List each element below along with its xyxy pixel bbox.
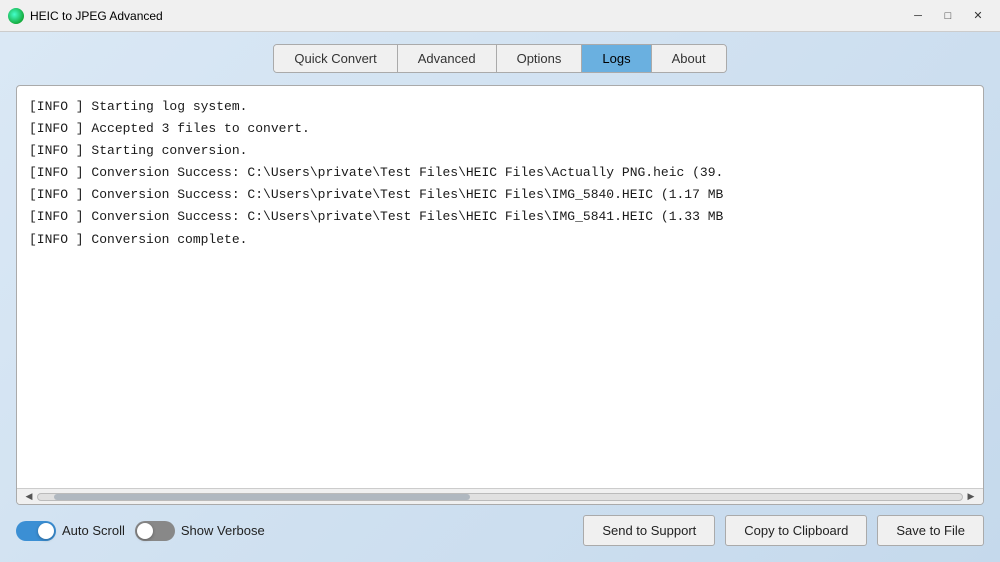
window-controls: ─ □ ✕ xyxy=(904,6,992,26)
scrollbar-thumb[interactable] xyxy=(54,494,470,500)
tab-about[interactable]: About xyxy=(652,45,726,72)
tabs-container: Quick Convert Advanced Options Logs Abou… xyxy=(273,44,726,73)
send-to-support-button[interactable]: Send to Support xyxy=(583,515,715,546)
log-line: [INFO ] Conversion Success: C:\Users\pri… xyxy=(29,206,971,228)
main-content: Quick Convert Advanced Options Logs Abou… xyxy=(0,32,1000,562)
auto-scroll-group: Auto Scroll xyxy=(16,521,125,541)
copy-to-clipboard-button[interactable]: Copy to Clipboard xyxy=(725,515,867,546)
log-line: [INFO ] Conversion complete. xyxy=(29,229,971,251)
title-bar: HEIC to JPEG Advanced ─ □ ✕ xyxy=(0,0,1000,32)
tabs-bar: Quick Convert Advanced Options Logs Abou… xyxy=(16,44,984,73)
tab-quick-convert[interactable]: Quick Convert xyxy=(274,45,397,72)
auto-scroll-toggle[interactable] xyxy=(16,521,56,541)
show-verbose-group: Show Verbose xyxy=(135,521,265,541)
save-to-file-button[interactable]: Save to File xyxy=(877,515,984,546)
scroll-right-arrow[interactable]: ▶ xyxy=(963,492,979,502)
auto-scroll-label: Auto Scroll xyxy=(62,523,125,538)
scrollbar-track[interactable] xyxy=(37,493,963,501)
minimize-button[interactable]: ─ xyxy=(904,6,932,26)
close-button[interactable]: ✕ xyxy=(964,6,992,26)
log-panel: [INFO ] Starting log system.[INFO ] Acce… xyxy=(16,85,984,505)
bottom-bar: Auto Scroll Show Verbose Send to Support… xyxy=(16,505,984,546)
show-verbose-knob xyxy=(137,523,153,539)
window-title: HEIC to JPEG Advanced xyxy=(30,9,904,23)
horizontal-scrollbar[interactable]: ◀ ▶ xyxy=(17,488,983,504)
scroll-left-arrow[interactable]: ◀ xyxy=(21,492,37,502)
maximize-button[interactable]: □ xyxy=(934,6,962,26)
show-verbose-label: Show Verbose xyxy=(181,523,265,538)
show-verbose-toggle[interactable] xyxy=(135,521,175,541)
app-icon xyxy=(8,8,24,24)
log-content: [INFO ] Starting log system.[INFO ] Acce… xyxy=(17,86,983,488)
auto-scroll-knob xyxy=(38,523,54,539)
log-line: [INFO ] Starting conversion. xyxy=(29,140,971,162)
tab-logs[interactable]: Logs xyxy=(582,45,651,72)
log-line: [INFO ] Conversion Success: C:\Users\pri… xyxy=(29,184,971,206)
log-line: [INFO ] Accepted 3 files to convert. xyxy=(29,118,971,140)
log-line: [INFO ] Starting log system. xyxy=(29,96,971,118)
log-line: [INFO ] Conversion Success: C:\Users\pri… xyxy=(29,162,971,184)
tab-options[interactable]: Options xyxy=(497,45,583,72)
tab-advanced[interactable]: Advanced xyxy=(398,45,497,72)
